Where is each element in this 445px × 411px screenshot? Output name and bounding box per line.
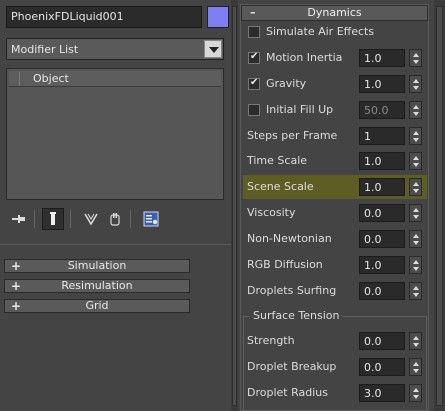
- rollout-label: Grid: [85, 299, 109, 312]
- motion-inertia-checkbox[interactable]: [248, 51, 260, 64]
- collapse-icon: –: [250, 6, 256, 19]
- toolbar-divider: [70, 210, 71, 228]
- expand-icon: +: [11, 299, 22, 313]
- modifier-list-dropdown[interactable]: Modifier List: [6, 38, 224, 60]
- rollout-label: Simulation: [67, 259, 127, 272]
- droplets-surfing-field[interactable]: 0.0: [359, 282, 405, 300]
- droplet-radius-field[interactable]: 3.0: [359, 384, 405, 402]
- strength-label: Strength: [247, 334, 295, 347]
- dynamics-rollout-header[interactable]: – Dynamics: [241, 5, 428, 21]
- initial-fill-up-label: Initial Fill Up: [266, 103, 334, 116]
- gravity-checkbox[interactable]: [248, 77, 260, 90]
- expand-icon: +: [11, 259, 22, 273]
- scrollbar-thumb[interactable]: [436, 6, 443, 406]
- modifier-stack-toolbar: [6, 208, 224, 230]
- initial-fill-up-spinner[interactable]: [409, 101, 422, 119]
- left-panel-scrollbar[interactable]: [231, 0, 238, 411]
- scene-scale-field[interactable]: 1.0: [359, 178, 405, 196]
- droplet-breakup-label: Droplet Breakup: [247, 360, 337, 373]
- modifier-stack[interactable]: Object: [6, 68, 224, 200]
- non-newtonian-field[interactable]: 0.0: [359, 230, 405, 248]
- non-newtonian-label: Non-Newtonian: [247, 232, 332, 245]
- simulate-air-effects-label: Simulate Air Effects: [266, 25, 375, 38]
- droplet-radius-spinner[interactable]: [409, 384, 422, 402]
- non-newtonian-spinner[interactable]: [409, 230, 422, 248]
- rgb-diffusion-spinner[interactable]: [409, 256, 422, 274]
- make-unique-icon[interactable]: [80, 208, 102, 230]
- rgb-diffusion-label: RGB Diffusion: [247, 258, 323, 271]
- strength-spinner[interactable]: [409, 332, 422, 350]
- toolbar-divider: [34, 210, 35, 228]
- scrollbar-thumb[interactable]: [232, 6, 237, 406]
- rollout-label: Resimulation: [61, 279, 133, 292]
- initial-fill-up-checkbox[interactable]: [248, 104, 260, 116]
- gravity-spinner[interactable]: [409, 75, 422, 93]
- strength-field[interactable]: 0.0: [359, 332, 405, 350]
- droplets-surfing-label: Droplets Surfing: [247, 284, 337, 297]
- steps-per-frame-label: Steps per Frame: [247, 129, 338, 142]
- steps-per-frame-field[interactable]: 1: [359, 127, 405, 145]
- simulate-air-effects-checkbox[interactable]: [248, 26, 260, 38]
- chevron-down-icon[interactable]: [204, 40, 222, 58]
- object-name-field[interactable]: PhoenixFDLiquid001: [6, 6, 202, 28]
- time-scale-label: Time Scale: [247, 154, 308, 167]
- rollout-simulation[interactable]: + Simulation: [4, 259, 190, 273]
- expand-icon: +: [11, 279, 22, 293]
- scene-scale-spinner[interactable]: [409, 178, 422, 196]
- remove-modifier-icon[interactable]: [104, 208, 126, 230]
- viscosity-label: Viscosity: [247, 206, 296, 219]
- right-panel-scrollbar[interactable]: [434, 0, 445, 411]
- object-color-swatch[interactable]: [207, 6, 229, 28]
- motion-inertia-spinner[interactable]: [409, 49, 422, 67]
- pin-stack-icon[interactable]: [8, 208, 30, 230]
- gravity-label: Gravity: [266, 77, 307, 90]
- motion-inertia-label: Motion Inertia: [266, 51, 343, 64]
- panel-divider: [0, 244, 232, 245]
- toolbar-divider: [130, 210, 131, 228]
- surface-tension-title: Surface Tension: [250, 309, 343, 322]
- rgb-diffusion-field[interactable]: 1.0: [359, 256, 405, 274]
- droplet-breakup-field[interactable]: 0.0: [359, 358, 405, 376]
- rollout-resimulation[interactable]: + Resimulation: [4, 279, 190, 293]
- viscosity-field[interactable]: 0.0: [359, 204, 405, 222]
- rollout-grid[interactable]: + Grid: [4, 299, 190, 313]
- droplets-surfing-spinner[interactable]: [409, 282, 422, 300]
- dynamics-title: Dynamics: [307, 6, 362, 19]
- modifier-list-label: Modifier List: [11, 43, 79, 56]
- time-scale-field[interactable]: 1.0: [359, 152, 405, 170]
- configure-modifier-sets-icon[interactable]: [140, 208, 162, 230]
- steps-per-frame-spinner[interactable]: [409, 127, 422, 145]
- motion-inertia-field[interactable]: 1.0: [359, 49, 405, 67]
- time-scale-spinner[interactable]: [409, 152, 422, 170]
- scene-scale-label: Scene Scale: [247, 180, 314, 193]
- droplet-breakup-spinner[interactable]: [409, 358, 422, 376]
- stack-item-object[interactable]: Object: [9, 71, 221, 87]
- show-end-result-icon[interactable]: [42, 208, 64, 230]
- gravity-field[interactable]: 1.0: [359, 75, 405, 93]
- viscosity-spinner[interactable]: [409, 204, 422, 222]
- initial-fill-up-field[interactable]: 50.0: [359, 101, 405, 119]
- droplet-radius-label: Droplet Radius: [247, 386, 328, 399]
